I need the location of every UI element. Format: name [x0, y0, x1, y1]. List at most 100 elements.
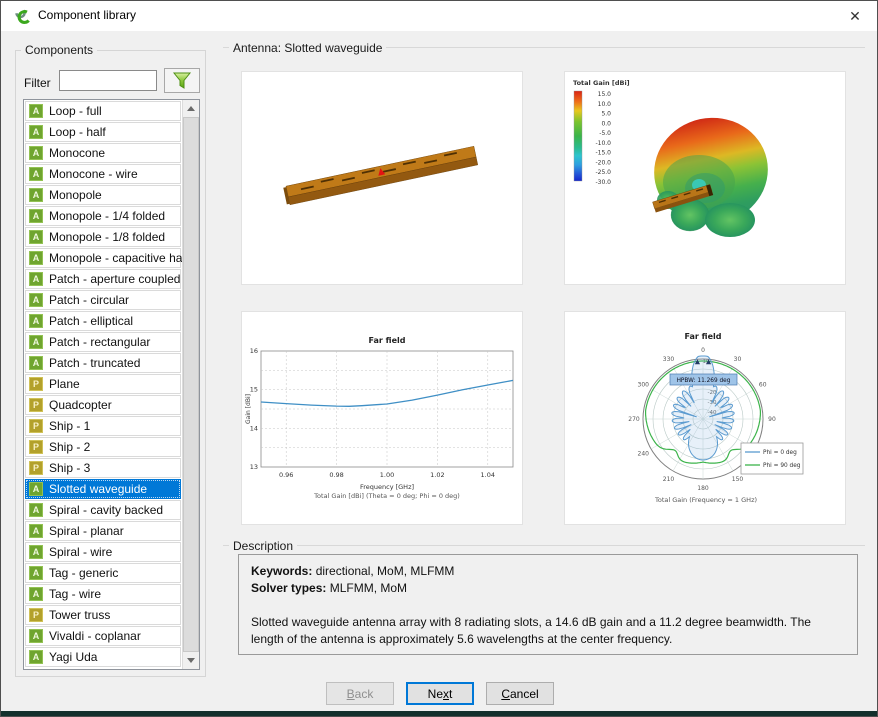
svg-text:330: 330 — [663, 356, 675, 363]
scroll-down-button[interactable] — [183, 652, 199, 669]
back-button: Back — [326, 682, 394, 705]
antenna-type-icon: A — [29, 125, 43, 139]
list-item[interactable]: APatch - aperture coupled — [25, 269, 181, 289]
far-field-polar-chart: Far field0306090120150180210240270300330… — [565, 312, 845, 524]
list-item[interactable]: PShip - 1 — [25, 416, 181, 436]
list-item[interactable]: AVivaldi - coplanar — [25, 626, 181, 646]
svg-text:150: 150 — [732, 476, 744, 483]
scroll-up-button[interactable] — [183, 100, 199, 117]
list-item-label: Plane — [49, 377, 80, 391]
list-item[interactable]: PPlane — [25, 374, 181, 394]
antenna-type-icon: A — [29, 188, 43, 202]
component-list[interactable]: ALoop - fullALoop - halfAMonoconeAMonoco… — [23, 99, 200, 670]
list-item-label: Monopole - capacitive hat — [49, 251, 186, 265]
svg-text:0.96: 0.96 — [279, 471, 293, 479]
list-item[interactable]: ASpiral - cavity backed — [25, 500, 181, 520]
bottom-strip — [1, 711, 877, 716]
list-item[interactable]: A Tag - wire — [25, 584, 181, 604]
svg-text:1.00: 1.00 — [380, 471, 394, 479]
list-item[interactable]: AMonocone - wire — [25, 164, 181, 184]
svg-text:Total Gain [dBi]: Total Gain [dBi] — [573, 79, 630, 87]
list-item-label: Quadcopter — [49, 398, 112, 412]
antenna-type-icon: A — [29, 167, 43, 181]
list-item-label: Loop - full — [49, 104, 102, 118]
svg-text:210: 210 — [663, 476, 675, 483]
svg-text:Total Gain [dBi] (Theta = 0 de: Total Gain [dBi] (Theta = 0 deg; Phi = 0… — [313, 492, 460, 500]
svg-text:300: 300 — [638, 382, 650, 389]
svg-text:1.02: 1.02 — [430, 471, 444, 479]
svg-text:16: 16 — [250, 347, 258, 355]
platform-type-icon: P — [29, 398, 43, 412]
list-item[interactable]: AMonopole - capacitive hat — [25, 248, 181, 268]
antenna-type-icon: A — [29, 335, 43, 349]
list-item-label: Slotted waveguide — [49, 482, 147, 496]
list-item-label: Spiral - wire — [49, 545, 112, 559]
svg-text:-15.0: -15.0 — [595, 150, 611, 157]
list-item[interactable]: APatch - circular — [25, 290, 181, 310]
description-panel: Keywords: directional, MoM, MLFMM Solver… — [238, 554, 858, 655]
list-item-label: Yagi Uda — [49, 650, 97, 664]
svg-text:60: 60 — [759, 382, 767, 389]
svg-text:10.0: 10.0 — [598, 101, 612, 108]
list-item[interactable]: A Monopole — [25, 185, 181, 205]
next-button[interactable]: Next — [406, 682, 474, 705]
list-item[interactable]: A Loop - half — [25, 122, 181, 142]
svg-text:13: 13 — [250, 463, 258, 471]
list-item[interactable]: A Tag - generic — [25, 563, 181, 583]
svg-text:-25.0: -25.0 — [595, 169, 611, 176]
svg-text:270: 270 — [628, 416, 640, 423]
app-logo-icon — [14, 7, 32, 25]
list-item[interactable]: ASlotted waveguide — [25, 479, 181, 499]
svg-text:14: 14 — [250, 424, 258, 432]
scroll-up-icon — [187, 106, 195, 111]
antenna-type-icon: A — [29, 104, 43, 118]
list-item-label: Tower truss — [49, 608, 110, 622]
antenna-type-icon: A — [29, 629, 43, 643]
antenna-type-icon: A — [29, 650, 43, 664]
list-item[interactable]: AMonopole - 1/8 folded — [25, 227, 181, 247]
svg-text:Phi = 0 deg: Phi = 0 deg — [763, 450, 797, 456]
list-item[interactable]: AMonocone — [25, 143, 181, 163]
list-item[interactable]: APatch - truncated — [25, 353, 181, 373]
close-icon: ✕ — [849, 8, 861, 24]
filter-funnel-icon — [171, 71, 193, 91]
component-library-dialog: Component library ✕ Components Filter AL… — [0, 0, 878, 717]
list-item[interactable]: PTower truss — [25, 605, 181, 625]
list-item[interactable]: P Quadcopter — [25, 395, 181, 415]
description-group-line — [223, 545, 865, 546]
list-item[interactable]: ASpiral - planar — [25, 521, 181, 541]
list-item[interactable]: AMonopole - 1/4 folded — [25, 206, 181, 226]
list-item[interactable]: APatch - rectangular — [25, 332, 181, 352]
list-item[interactable]: PShip - 3 — [25, 458, 181, 478]
description-group-title: Description — [229, 539, 297, 553]
list-item[interactable]: A Yagi Uda — [25, 647, 181, 667]
list-item-label: Ship - 3 — [49, 461, 90, 475]
preview-3d-gain-pattern: Total Gain [dBi]15.010.05.00.0-5.0-10.0-… — [564, 71, 846, 285]
cancel-button[interactable]: Cancel — [486, 682, 554, 705]
list-item[interactable]: ASpiral - wire — [25, 542, 181, 562]
solver-types-line: Solver types: MLFMM, MoM — [251, 580, 845, 597]
list-item-label: Monopole — [49, 188, 102, 202]
list-item-label: Tag - wire — [49, 587, 101, 601]
list-item-label: Tag - generic — [49, 566, 118, 580]
close-button[interactable]: ✕ — [841, 5, 869, 27]
list-item-label: Monocone — [49, 146, 105, 160]
preview-gain-vs-frequency-chart: Far field0.960.981.001.021.0413141516Gai… — [241, 311, 523, 525]
filter-button[interactable] — [164, 68, 200, 93]
components-group-title: Components — [21, 43, 97, 57]
svg-text:Gain [dBi]: Gain [dBi] — [245, 394, 252, 424]
list-item[interactable]: APatch - elliptical — [25, 311, 181, 331]
antenna-type-icon: A — [29, 230, 43, 244]
antenna-type-icon: A — [29, 587, 43, 601]
list-item-label: Ship - 1 — [49, 419, 90, 433]
antenna-type-icon: A — [29, 251, 43, 265]
list-item[interactable]: PShip - 2 — [25, 437, 181, 457]
antenna-type-icon: A — [29, 566, 43, 580]
scrollbar[interactable] — [182, 100, 199, 669]
svg-text:-5.0: -5.0 — [599, 130, 611, 137]
svg-text:Far field: Far field — [369, 336, 406, 345]
filter-input[interactable] — [59, 70, 157, 91]
list-item[interactable]: A Loop - full — [25, 101, 181, 121]
scroll-thumb[interactable] — [183, 117, 199, 652]
list-item-label: Loop - half — [49, 125, 106, 139]
